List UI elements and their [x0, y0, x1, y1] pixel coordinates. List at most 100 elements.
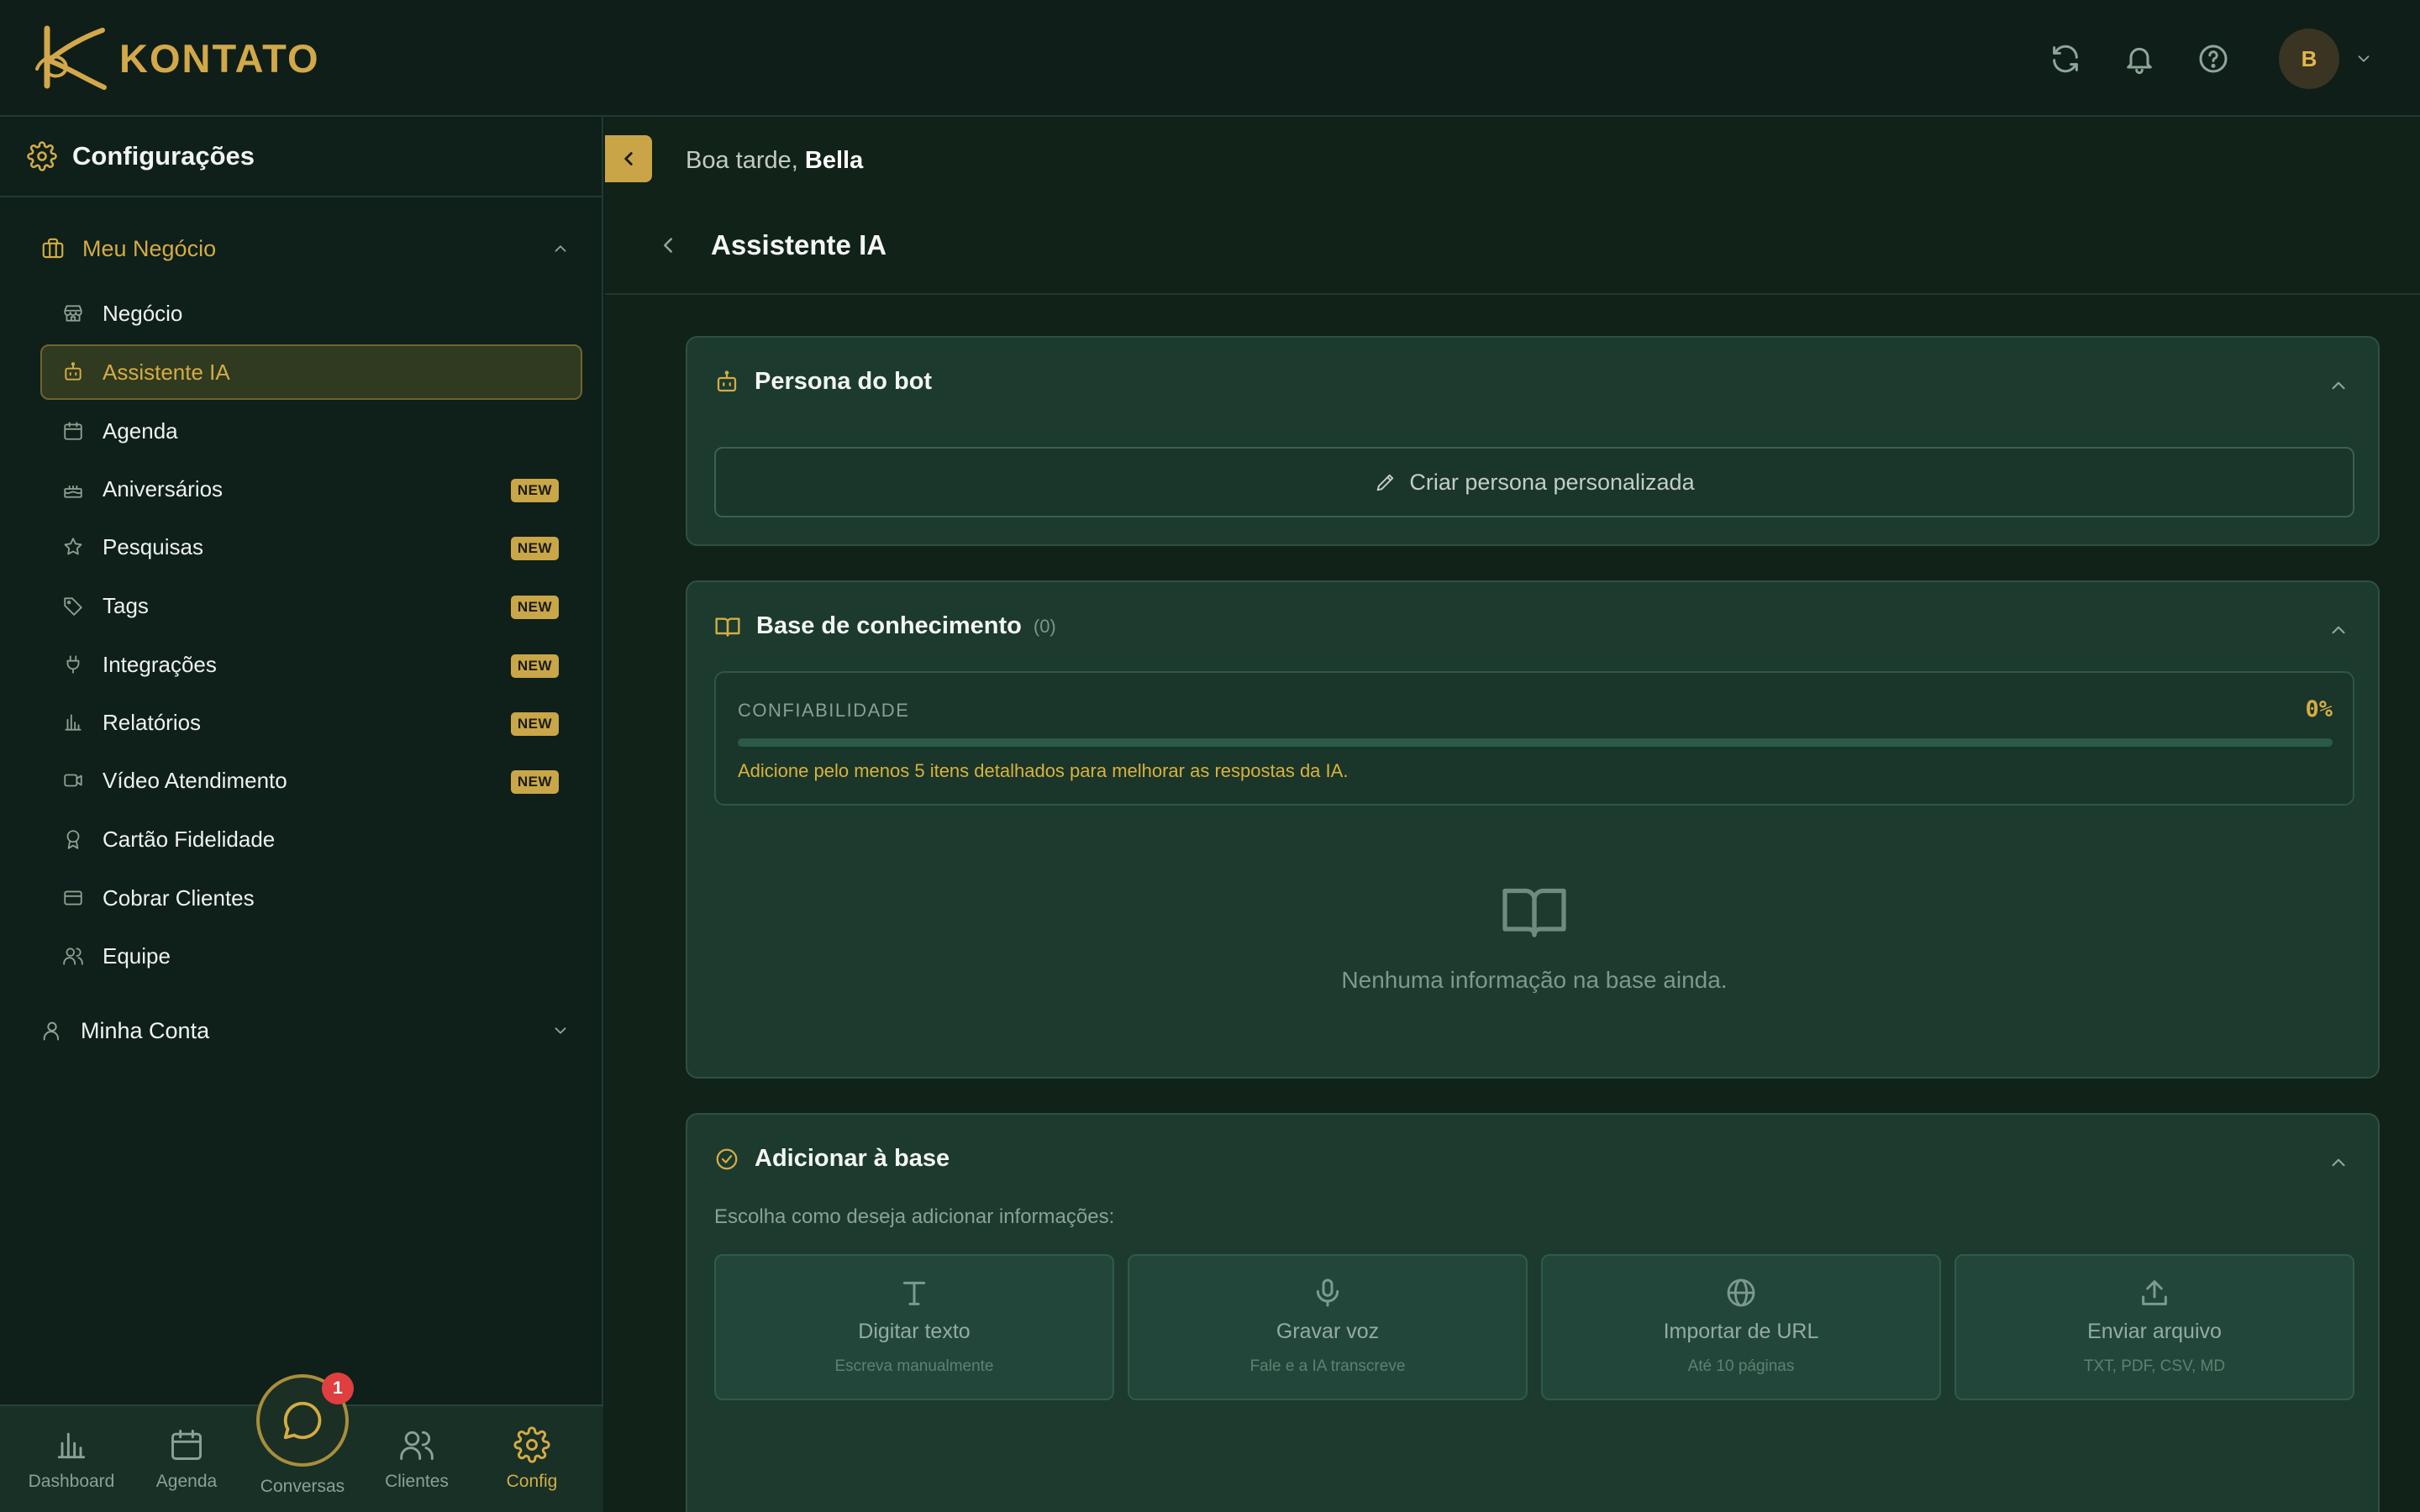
collapse-sidebar-button[interactable] — [605, 135, 652, 182]
sidebar-item-label: Tags — [103, 592, 149, 618]
create-persona-button[interactable]: Criar persona personalizada — [714, 447, 2354, 517]
nav-label: Clientes — [385, 1472, 449, 1491]
logo-mark-icon — [35, 25, 107, 90]
sidebar-item-aniversarios[interactable]: Aniversários NEW — [40, 461, 582, 517]
pencil-icon — [1374, 470, 1397, 494]
new-badge: NEW — [510, 654, 559, 678]
sidebar-item-cobrar-clientes[interactable]: Cobrar Clientes — [40, 870, 582, 926]
chevron-up-icon[interactable] — [2328, 619, 2349, 641]
sidebar-item-pesquisas[interactable]: Pesquisas NEW — [40, 519, 582, 575]
back-button[interactable] — [655, 233, 681, 258]
nav-label: Dashboard — [28, 1472, 115, 1491]
chevron-up-icon[interactable] — [551, 239, 570, 258]
knowledge-card-header[interactable]: Base de conhecimento (0) — [714, 612, 1056, 640]
page-title: Assistente IA — [711, 229, 887, 260]
book-open-icon — [1499, 876, 1570, 947]
sidebar-item-label: Vídeo Atendimento — [103, 767, 287, 793]
sidebar-item-label: Equipe — [103, 942, 171, 969]
new-badge: NEW — [510, 479, 559, 502]
sidebar-item-label: Cobrar Clientes — [103, 885, 255, 911]
sidebar-item-label: Integrações — [103, 651, 217, 677]
persona-card: Persona do bot Criar persona personaliza… — [686, 336, 2380, 546]
sidebar-item-assistente-ia[interactable]: Assistente IA — [40, 344, 582, 400]
new-badge: NEW — [510, 770, 559, 794]
book-open-icon — [714, 613, 741, 640]
option-title: Importar de URL — [1663, 1320, 1819, 1343]
nav-dashboard[interactable]: Dashboard — [17, 1426, 126, 1502]
sidebar: Configurações Meu Negócio Negócio Assist… — [0, 117, 603, 1512]
nav-config[interactable]: Config — [477, 1426, 587, 1502]
chevron-down-icon[interactable] — [2354, 50, 2373, 68]
sidebar-item-cartao-fidelidade[interactable]: Cartão Fidelidade — [40, 811, 582, 867]
group-minha-conta[interactable]: Minha Conta — [40, 1010, 570, 1052]
empty-state-text: Nenhuma informação na base ainda. — [1341, 967, 1728, 993]
sidebar-item-relatorios[interactable]: Relatórios NEW — [40, 695, 582, 750]
bar-chart-icon — [53, 1426, 90, 1463]
bot-icon — [62, 361, 84, 383]
sidebar-item-label: Pesquisas — [103, 533, 203, 559]
gear-icon — [513, 1426, 550, 1463]
avatar[interactable]: B — [2279, 29, 2339, 89]
option-subtitle: Fale e a IA transcreve — [1249, 1357, 1406, 1375]
bar-chart-icon — [62, 711, 84, 733]
add-card-header[interactable]: Adicionar à base — [714, 1145, 950, 1173]
store-icon — [62, 302, 84, 324]
option-subtitle: Até 10 páginas — [1687, 1357, 1795, 1375]
sidebar-item-integracoes[interactable]: Integrações NEW — [40, 637, 582, 692]
option-title: Enviar arquivo — [2087, 1320, 2222, 1343]
group-meu-negocio[interactable]: Meu Negócio — [40, 228, 570, 270]
user-icon — [40, 1019, 64, 1042]
option-import-url[interactable]: Importar de URL Até 10 páginas — [1541, 1254, 1941, 1400]
option-record-voice[interactable]: Gravar voz Fale e a IA transcreve — [1128, 1254, 1528, 1400]
top-bar: KONTATO B — [0, 0, 2420, 117]
sidebar-item-equipe[interactable]: Equipe — [40, 928, 582, 984]
chevron-down-icon[interactable] — [551, 1021, 570, 1040]
briefcase-icon — [40, 236, 66, 261]
reliability-label: CONFIABILIDADE — [738, 700, 910, 721]
group-label: Meu Negócio — [82, 235, 217, 261]
video-icon — [62, 769, 84, 791]
item-count: (0) — [1033, 615, 1056, 637]
calendar-icon — [62, 420, 84, 442]
chat-bubble-icon — [280, 1398, 325, 1443]
sidebar-item-label: Negócio — [103, 300, 183, 326]
cake-icon — [62, 478, 84, 500]
new-badge: NEW — [510, 712, 559, 736]
sidebar-item-video-atendimento[interactable]: Vídeo Atendimento NEW — [40, 753, 582, 808]
refresh-icon[interactable] — [2028, 29, 2102, 89]
option-type-text[interactable]: Digitar texto Escreva manualmente — [714, 1254, 1114, 1400]
add-instructions: Escolha como deseja adicionar informaçõe… — [714, 1205, 1115, 1228]
sidebar-item-label: Assistente IA — [103, 359, 230, 385]
card-title: Base de conhecimento — [756, 612, 1022, 639]
sidebar-title: Configurações — [72, 141, 255, 171]
sidebar-item-negocio[interactable]: Negócio — [40, 286, 582, 341]
sidebar-item-label: Aniversários — [103, 475, 224, 501]
text-icon — [897, 1276, 931, 1310]
help-icon[interactable] — [2176, 29, 2250, 89]
calendar-icon — [168, 1426, 205, 1463]
new-badge: NEW — [510, 537, 559, 560]
check-circle-icon — [714, 1147, 739, 1172]
persona-card-header[interactable]: Persona do bot — [714, 368, 932, 396]
nav-agenda[interactable]: Agenda — [132, 1426, 241, 1502]
card-title: Persona do bot — [755, 368, 933, 395]
logo[interactable]: KONTATO — [32, 22, 320, 94]
chevron-up-icon[interactable] — [2328, 375, 2349, 396]
nav-clientes[interactable]: Clientes — [362, 1426, 471, 1502]
reliability-value: 0% — [2305, 696, 2333, 722]
bell-icon[interactable] — [2102, 29, 2176, 89]
option-subtitle: TXT, PDF, CSV, MD — [2083, 1357, 2226, 1375]
sidebar-item-label: Agenda — [103, 417, 178, 444]
greeting-prefix: Boa tarde, — [686, 147, 798, 174]
sidebar-item-tags[interactable]: Tags NEW — [40, 578, 582, 633]
reliability-panel: CONFIABILIDADE 0% Adicione pelo menos 5 … — [714, 671, 2354, 806]
sidebar-item-agenda[interactable]: Agenda — [40, 403, 582, 459]
chevron-up-icon[interactable] — [2328, 1152, 2349, 1173]
globe-icon — [1724, 1276, 1758, 1310]
new-badge: NEW — [510, 596, 559, 619]
button-label: Criar persona personalizada — [1409, 469, 1695, 495]
option-upload-file[interactable]: Enviar arquivo TXT, PDF, CSV, MD — [1954, 1254, 2354, 1400]
mic-icon — [1311, 1276, 1344, 1310]
reliability-progress-bar — [738, 738, 2333, 747]
knowledge-base-card: Base de conhecimento (0) CONFIABILIDADE … — [686, 580, 2380, 1079]
